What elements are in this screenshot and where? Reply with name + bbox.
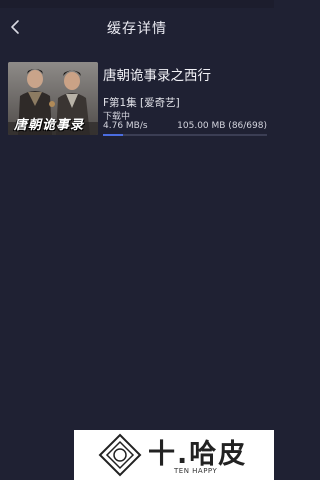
watermark-subtitle: TEN HAPPY	[174, 467, 218, 475]
episode-label: F第1集 [爱奇艺]	[103, 97, 180, 109]
watermark: 十.哈皮 TEN HAPPY	[74, 430, 274, 480]
video-poster[interactable]: 唐朝诡事录	[8, 62, 98, 135]
header: 缓存详情	[0, 8, 274, 46]
download-progress-fill	[103, 134, 123, 136]
poster-logo-text: 唐朝诡事录	[14, 118, 85, 133]
watermark-name: 十.哈皮	[148, 439, 248, 470]
watermark-logo-icon	[98, 433, 142, 477]
download-speed: 4.76 MB/s	[103, 121, 148, 131]
status-bar	[0, 0, 274, 8]
video-title: 唐朝诡事录之西行	[103, 68, 211, 84]
download-size: 105.00 MB (86/698)	[177, 121, 267, 131]
page-title: 缓存详情	[107, 21, 167, 37]
download-item[interactable]: 唐朝诡事录 唐朝诡事录之西行 F第1集 [爱奇艺] 下载中 4.76 MB/s …	[0, 56, 274, 140]
download-progress-bar	[103, 134, 267, 136]
